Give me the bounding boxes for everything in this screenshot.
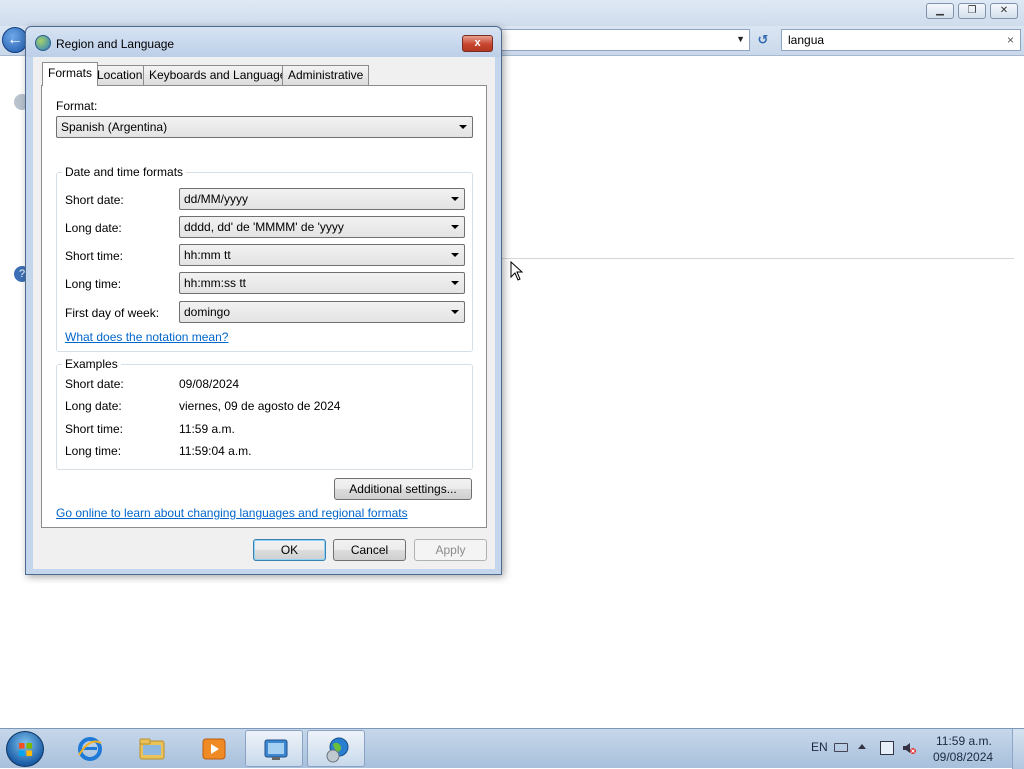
ok-button[interactable]: OK [253,539,326,561]
tab-location[interactable]: Location [91,65,149,85]
volume-muted-icon[interactable] [902,741,916,755]
notation-help-link[interactable]: What does the notation mean? [65,330,228,344]
taskbar-windows-explorer[interactable] [122,730,180,767]
long-time-label: Long time: [65,277,122,291]
date-time-formats-group: Date and time formats Short date: dd/MM/… [56,165,473,352]
clock-time[interactable]: 11:59 a.m. [936,734,992,748]
taskbar-control-panel[interactable] [245,730,303,767]
short-date-value: dd/MM/yyyy [184,192,249,206]
group-title-date-time: Date and time formats [62,165,187,179]
back-arrow-icon: ← [7,31,23,48]
taskbar-internet-explorer[interactable] [60,730,118,767]
divider [502,258,1014,259]
chevron-down-icon [451,310,459,314]
example-short-date-label: Short date: [65,377,124,391]
search-clear-icon[interactable]: × [1007,33,1014,47]
format-select[interactable]: Spanish (Argentina) [56,116,473,138]
example-long-time-value: 11:59:04 a.m. [179,444,252,458]
close-button[interactable]: ✕ [990,3,1018,19]
minimize-button[interactable]: ▁ [926,3,954,19]
show-hidden-icons-icon[interactable] [858,744,866,749]
address-dropdown-icon[interactable]: ▼ [736,34,745,44]
format-label: Format: [56,99,98,113]
dialog-title: Region and Language [56,37,175,51]
media-player-icon [202,738,226,760]
long-time-select[interactable]: hh:mm:ss tt [179,272,465,294]
example-short-date-value: 09/08/2024 [179,377,240,391]
address-bar[interactable]: ▼ [500,29,750,51]
long-time-value: hh:mm:ss tt [184,276,247,290]
show-desktop-button[interactable] [1012,729,1024,769]
first-day-label: First day of week: [65,306,160,320]
first-day-value: domingo [184,305,231,319]
mouse-cursor-icon [510,261,524,281]
control-panel-titlebar: ▁ ❐ ✕ [0,0,1024,26]
formats-panel: Format: Spanish (Argentina) Date and tim… [41,85,487,528]
globe-icon [35,35,51,51]
example-long-time-label: Long time: [65,444,122,458]
control-panel-icon [264,739,288,760]
network-icon[interactable] [880,741,894,755]
taskbar-region-language[interactable] [307,730,365,767]
restore-button[interactable]: ❐ [958,3,986,19]
refresh-icon[interactable]: ↺ [752,29,774,51]
language-indicator[interactable]: EN [811,740,828,754]
example-short-time-label: Short time: [65,422,124,436]
short-time-select[interactable]: hh:mm tt [179,244,465,266]
example-short-time-value: 11:59 a.m. [179,422,235,436]
region-language-dialog: Region and Language x Formats Location K… [25,26,502,575]
internet-explorer-icon [78,737,102,761]
tab-administrative[interactable]: Administrative [282,65,370,85]
system-tray: EN 11:59 a.m. 09/08/2024 [784,729,1024,769]
dialog-titlebar[interactable]: Region and Language x [26,27,501,57]
folder-icon [139,738,165,760]
search-input[interactable]: langua × [781,29,1021,51]
close-icon: x [474,37,481,49]
chevron-down-icon [451,253,459,257]
additional-settings-button[interactable]: Additional settings... [334,478,472,500]
tab-formats[interactable]: Formats [42,62,99,86]
dialog-close-button[interactable]: x [462,35,493,52]
long-date-select[interactable]: dddd, dd' de 'MMMM' de 'yyyy [179,216,465,238]
chevron-down-icon [459,125,467,129]
keyboard-icon[interactable] [834,743,848,752]
short-time-value: hh:mm tt [184,248,231,262]
short-date-label: Short date: [65,193,124,207]
start-button[interactable] [6,731,44,767]
apply-button[interactable]: Apply [414,539,487,561]
example-long-date-label: Long date: [65,399,122,413]
tab-keyboards-languages[interactable]: Keyboards and Languages [143,65,299,85]
short-time-label: Short time: [65,249,124,263]
chevron-down-icon [451,197,459,201]
online-help-link[interactable]: Go online to learn about changing langua… [56,506,408,520]
taskbar-media-player[interactable] [184,730,242,767]
long-date-label: Long date: [65,221,122,235]
globe-icon [326,737,349,763]
group-title-examples: Examples [62,357,121,371]
chevron-down-icon [451,225,459,229]
first-day-select[interactable]: domingo [179,301,465,323]
dialog-body: Formats Location Keyboards and Languages… [33,57,495,569]
clock-date[interactable]: 09/08/2024 [933,750,993,764]
cancel-button[interactable]: Cancel [333,539,406,561]
windows-logo-icon [18,742,33,757]
short-date-select[interactable]: dd/MM/yyyy [179,188,465,210]
example-long-date-value: viernes, 09 de agosto de 2024 [179,399,341,413]
format-value: Spanish (Argentina) [61,120,168,134]
search-query: langua [788,33,825,47]
chevron-down-icon [451,281,459,285]
taskbar: EN 11:59 a.m. 09/08/2024 [0,728,1024,769]
long-date-value: dddd, dd' de 'MMMM' de 'yyyy [184,220,344,234]
examples-group: Examples Short date: 09/08/2024 Long dat… [56,357,473,470]
